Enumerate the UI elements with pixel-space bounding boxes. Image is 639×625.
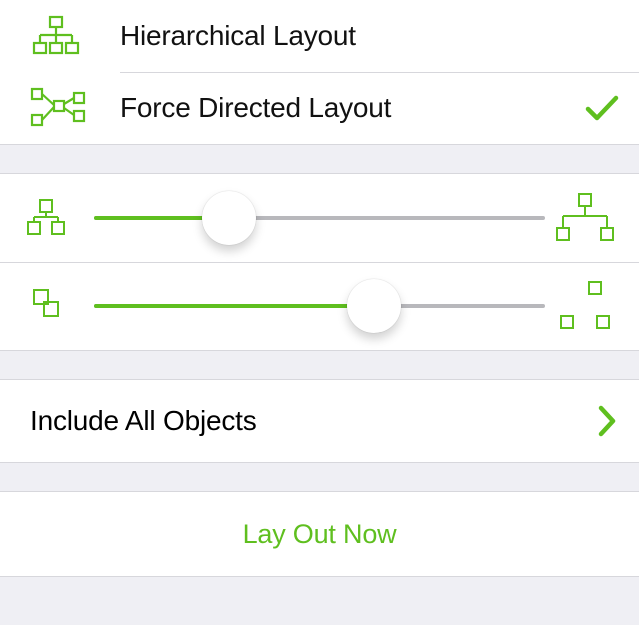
include-label: Include All Objects: [30, 405, 597, 437]
include-all-objects-row[interactable]: Include All Objects: [0, 380, 639, 462]
chevron-right-icon: [597, 404, 619, 438]
layout-options-group: Hierarchical Layout Force Directed Layou…: [0, 0, 639, 145]
cluster-loose-icon: [545, 280, 615, 332]
layout-option-hierarchical[interactable]: Hierarchical Layout: [0, 0, 639, 72]
force-directed-icon: [0, 87, 120, 129]
action-label: Lay Out Now: [243, 519, 397, 550]
layout-option-label: Force Directed Layout: [120, 92, 569, 124]
hierarchy-icon: [0, 15, 120, 57]
tree-compact-icon: [24, 198, 94, 238]
sliders-group: [0, 173, 639, 351]
checkmark-icon: [585, 93, 619, 123]
layout-option-force-directed[interactable]: Force Directed Layout: [0, 72, 639, 144]
action-group: Lay Out Now: [0, 491, 639, 577]
tree-spread-icon: [545, 192, 615, 244]
cluster-tight-icon: [24, 286, 94, 326]
node-spacing-slider[interactable]: [94, 190, 545, 246]
include-group: Include All Objects: [0, 379, 639, 463]
lay-out-now-button[interactable]: Lay Out Now: [0, 492, 639, 576]
cluster-distance-slider[interactable]: [94, 278, 545, 334]
layout-option-label: Hierarchical Layout: [120, 20, 569, 52]
node-spacing-slider-row: [0, 174, 639, 262]
cluster-distance-slider-row: [0, 262, 639, 350]
